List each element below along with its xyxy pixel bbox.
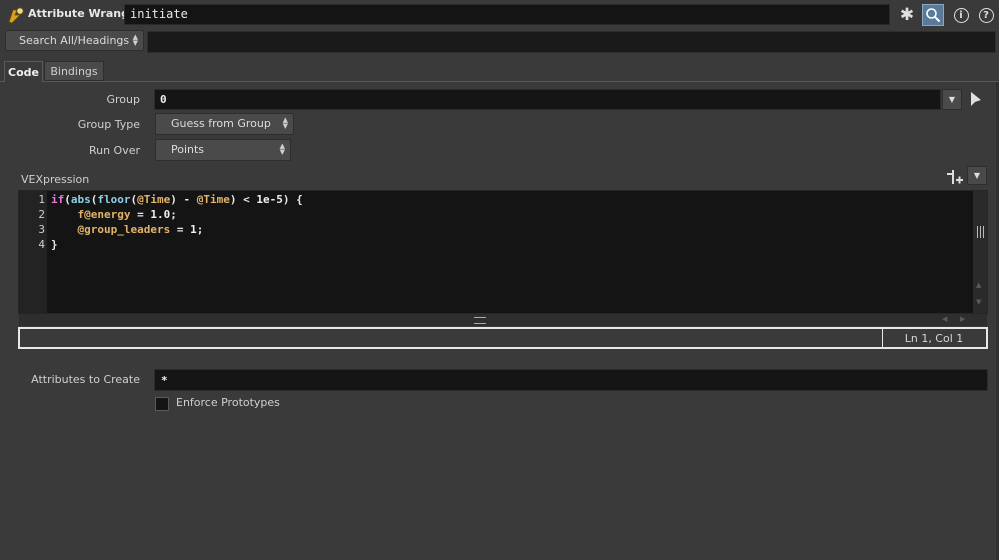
- hscroll-grip-icon[interactable]: [474, 317, 486, 324]
- search-mode-select[interactable]: Search All/Headings ▲ ▼: [5, 30, 144, 51]
- vexpression-label: VEXpression: [21, 173, 90, 186]
- tab-divider: [0, 81, 999, 82]
- line-number: 1: [38, 193, 45, 206]
- editor-status-bar: [18, 327, 988, 349]
- group-field[interactable]: 0: [154, 89, 941, 110]
- status-divider: [882, 329, 883, 347]
- updown-icon: ▲ ▼: [132, 33, 138, 47]
- vex-dropdown-button[interactable]: ▼: [967, 166, 987, 185]
- help-icon[interactable]: ?: [975, 4, 997, 26]
- enforce-prototypes-label: Enforce Prototypes: [176, 396, 280, 409]
- group-type-label: Group Type: [77, 118, 140, 131]
- vertical-scrollbar[interactable]: [973, 191, 987, 313]
- code-line-1: if(abs(floor(@Time) - @Time) < 1e-5) {: [51, 193, 303, 206]
- tab-bindings[interactable]: Bindings: [44, 61, 104, 81]
- line-number: 2: [38, 208, 45, 221]
- snippet-tools-icon[interactable]: [946, 168, 964, 186]
- scroll-down-icon[interactable]: ▼: [976, 298, 981, 306]
- search-icon[interactable]: [922, 4, 944, 26]
- select-arrow-icon[interactable]: [969, 91, 983, 107]
- line-number: 4: [38, 238, 45, 251]
- horizontal-scrollbar[interactable]: [19, 314, 987, 326]
- tab-code[interactable]: Code: [4, 61, 43, 82]
- group-dropdown-button[interactable]: ▼: [942, 89, 962, 110]
- scroll-grip-line: [980, 226, 981, 238]
- code-line-3: @group_leaders = 1;: [77, 223, 204, 236]
- run-over-select[interactable]: Points ▲ ▼: [155, 139, 291, 161]
- search-input[interactable]: [147, 31, 996, 53]
- group-type-select[interactable]: Guess from Group ▲ ▼: [155, 113, 294, 135]
- info-icon[interactable]: i: [950, 4, 972, 26]
- updown-icon: ▲ ▼: [279, 142, 285, 156]
- line-numbers: 1 2 3 4: [19, 192, 45, 252]
- group-type-value: Guess from Group: [171, 117, 271, 130]
- vex-code[interactable]: if(abs(floor(@Time) - @Time) < 1e-5) { f…: [51, 192, 303, 252]
- code-line-4: }: [51, 238, 58, 251]
- code-line-2: f@energy = 1.0;: [77, 208, 177, 221]
- group-label: Group: [106, 93, 141, 106]
- node-name-field[interactable]: initiate: [124, 4, 890, 25]
- gear-icon[interactable]: ✱: [896, 4, 918, 26]
- updown-icon: ▲ ▼: [282, 116, 288, 130]
- run-over-value: Points: [171, 143, 205, 156]
- attributes-to-create-label: Attributes to Create: [31, 373, 140, 386]
- search-mode-label: Search All/Headings: [19, 34, 130, 47]
- cursor-position: Ln 1, Col 1: [904, 332, 964, 345]
- node-wrangle-icon: [8, 7, 24, 24]
- scroll-right-icon[interactable]: ▶: [960, 315, 965, 323]
- scroll-left-icon[interactable]: ◀: [942, 315, 947, 323]
- scroll-up-icon[interactable]: ▲: [976, 281, 981, 289]
- attributes-to-create-field[interactable]: *: [154, 369, 988, 391]
- run-over-label: Run Over: [88, 144, 140, 157]
- line-number: 3: [38, 223, 45, 236]
- enforce-prototypes-checkbox[interactable]: [155, 397, 169, 411]
